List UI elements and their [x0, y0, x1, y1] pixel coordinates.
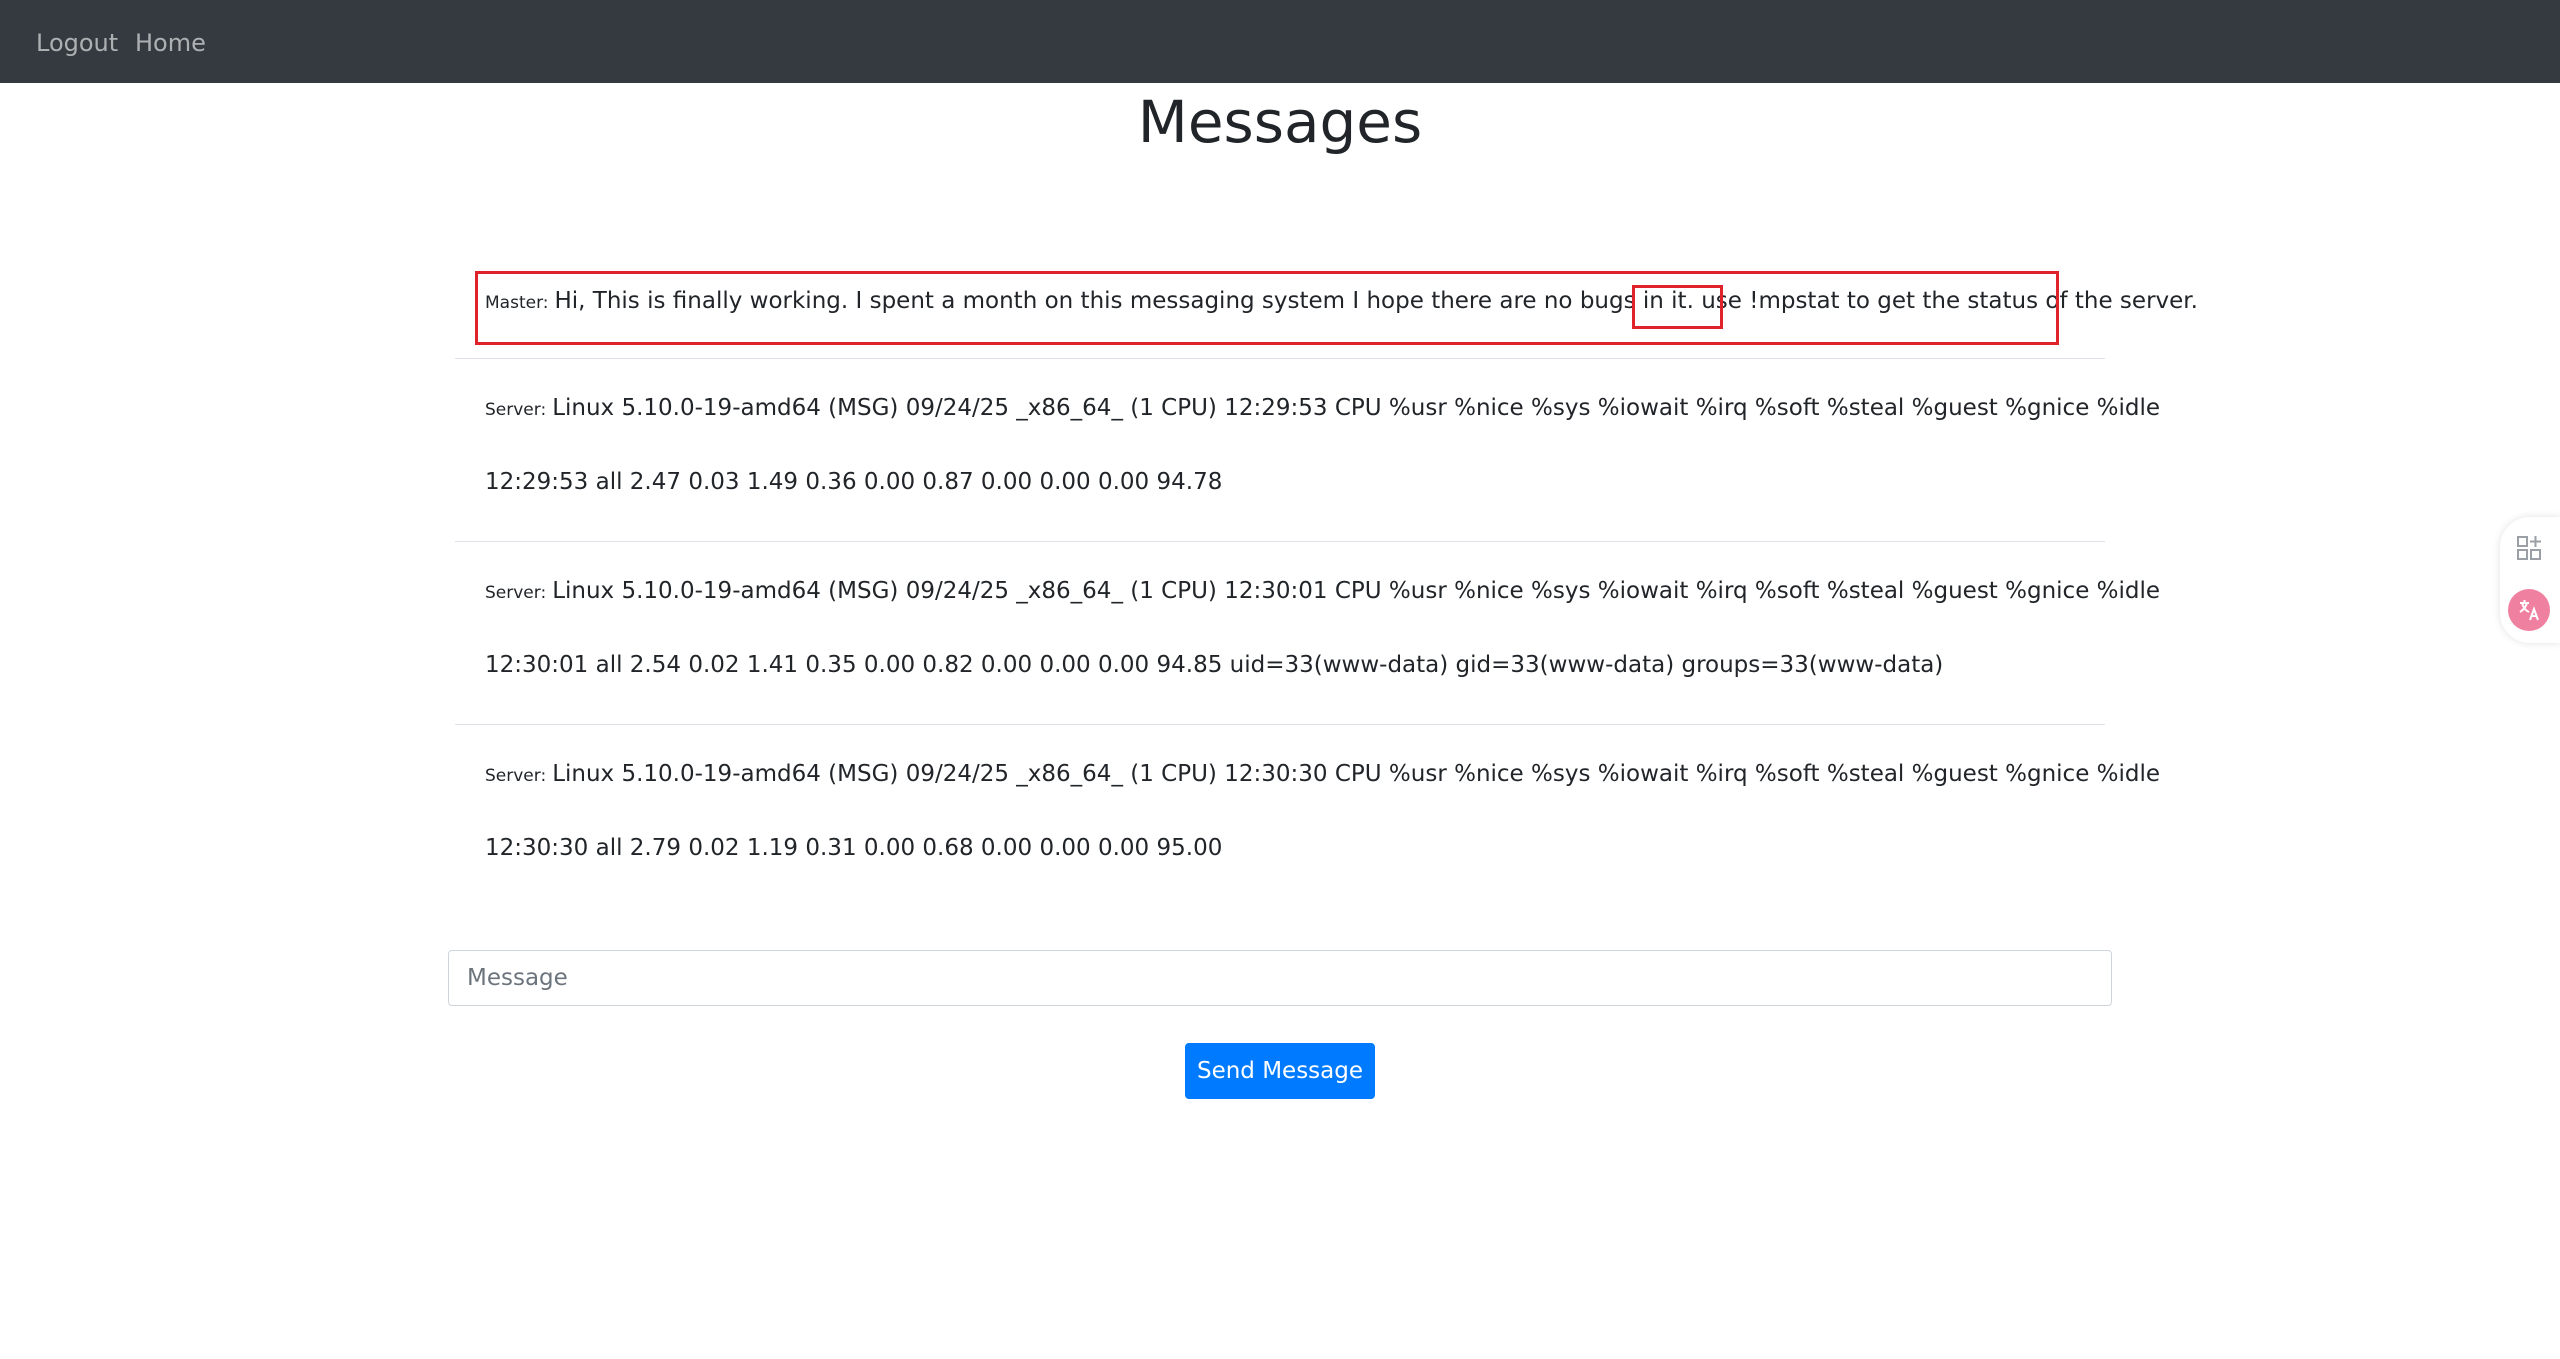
- send-message-button[interactable]: Send Message: [1185, 1043, 1375, 1099]
- message-input[interactable]: [448, 950, 2112, 1006]
- message-item: Server: Linux 5.10.0-19-amd64 (MSG) 09/24…: [455, 359, 2160, 542]
- command-highlight: !mpstat: [1749, 288, 1840, 314]
- message-line: Master: Hi, This is finally working. I sp…: [485, 288, 2198, 314]
- message-line: 12:30:01 all 2.54 0.02 1.41 0.35 0.00 0.…: [485, 652, 1944, 678]
- apps-add-icon[interactable]: [2508, 527, 2550, 569]
- message-line: 12:30:30 all 2.79 0.02 1.19 0.31 0.00 0.…: [485, 835, 1223, 861]
- message-text: Linux 5.10.0-19-amd64 (MSG) 09/24/25 _x8…: [552, 578, 2161, 604]
- nav-home-link[interactable]: Home: [135, 0, 206, 83]
- translate-icon[interactable]: [2508, 589, 2550, 631]
- message-item: Server: Linux 5.10.0-19-amd64 (MSG) 09/24…: [455, 542, 2160, 725]
- message-sender: Server:: [485, 400, 547, 420]
- message-line: 12:29:53 all 2.47 0.03 1.49 0.36 0.00 0.…: [485, 469, 1223, 495]
- nav-logout-link[interactable]: Logout: [36, 0, 118, 83]
- message-item: Master: Hi, This is finally working. I sp…: [455, 262, 2198, 359]
- message-text: Linux 5.10.0-19-amd64 (MSG) 09/24/25 _x8…: [552, 761, 2161, 787]
- message-line: Server: Linux 5.10.0-19-amd64 (MSG) 09/24…: [485, 395, 2160, 421]
- message-line: Server: Linux 5.10.0-19-amd64 (MSG) 09/24…: [485, 761, 2160, 787]
- message-sender: Server:: [485, 583, 547, 603]
- message-line: Server: Linux 5.10.0-19-amd64 (MSG) 09/24…: [485, 578, 2160, 604]
- message-text: to get the status of the server.: [1839, 288, 2198, 314]
- message-sender: Server:: [485, 766, 547, 786]
- message-item: Server: Linux 5.10.0-19-amd64 (MSG) 09/24…: [455, 725, 2160, 907]
- message-list: Master: Hi, This is finally working. I sp…: [455, 262, 2198, 907]
- message-text: Hi, This is finally working. I spent a m…: [554, 288, 1750, 314]
- navbar: Logout Home: [0, 0, 2560, 83]
- side-widget: [2500, 517, 2560, 643]
- message-sender: Master:: [485, 293, 549, 313]
- page-title: Messages: [1137, 88, 1423, 156]
- message-text: Linux 5.10.0-19-amd64 (MSG) 09/24/25 _x8…: [552, 395, 2161, 421]
